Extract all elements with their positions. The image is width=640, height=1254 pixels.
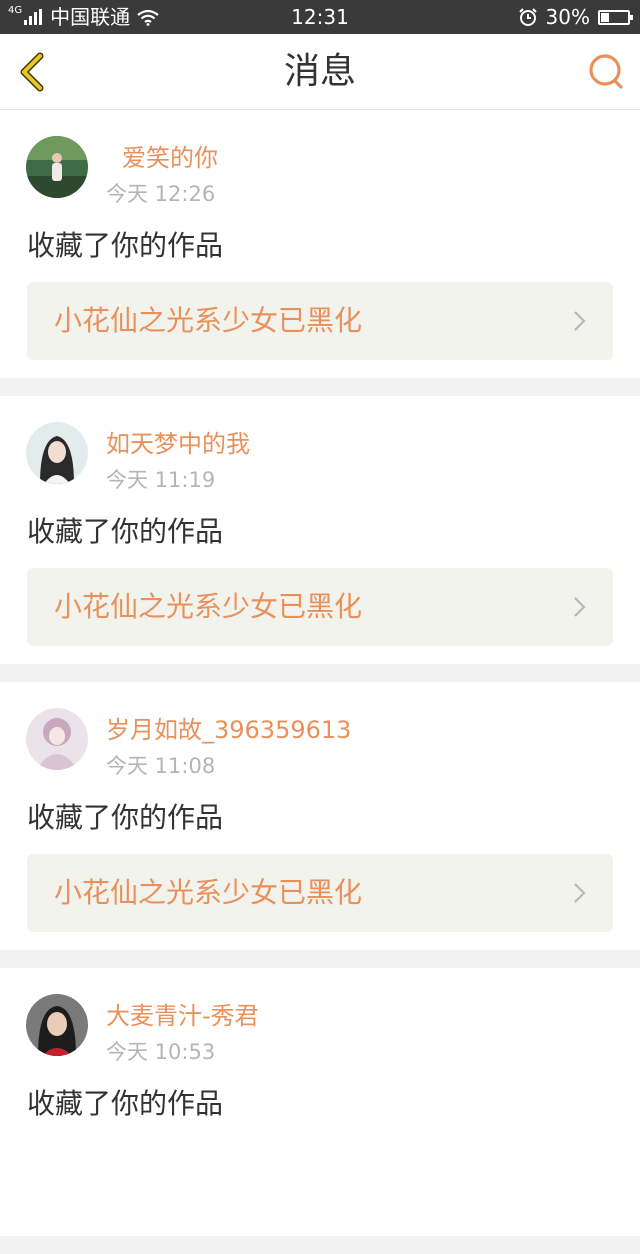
timestamp: 今天 12:26	[106, 182, 216, 206]
message-list: 爱笑的你 今天 12:26 收藏了你的作品 小花仙之光系少女已黑化 如天梦中的我…	[0, 110, 640, 1254]
status-bar: 4G 中国联通 12:31 30%	[0, 0, 640, 34]
work-title: 小花仙之光系少女已黑化	[54, 304, 363, 337]
timestamp: 今天 10:53	[106, 1040, 216, 1064]
chevron-right-icon	[574, 311, 586, 331]
battery-fill	[601, 12, 610, 22]
action-text: 收藏了你的作品	[27, 229, 224, 262]
action-text: 收藏了你的作品	[27, 1087, 224, 1120]
work-link[interactable]: 小花仙之光系少女已黑化	[27, 854, 613, 932]
nav-bar: 消息	[0, 34, 640, 110]
battery-percent: 30%	[545, 5, 590, 29]
action-text: 收藏了你的作品	[27, 801, 224, 834]
avatar[interactable]	[26, 422, 88, 484]
username[interactable]: 爱笑的你	[122, 138, 218, 173]
message-card: 如天梦中的我 今天 11:19 收藏了你的作品 小花仙之光系少女已黑化	[0, 396, 640, 664]
work-title: 小花仙之光系少女已黑化	[54, 590, 363, 623]
avatar[interactable]	[26, 994, 88, 1056]
timestamp: 今天 11:08	[106, 754, 216, 778]
chevron-right-icon	[574, 883, 586, 903]
work-link[interactable]: 小花仙之光系少女已黑化	[27, 568, 613, 646]
username[interactable]: 岁月如故_396359613	[106, 710, 351, 745]
avatar[interactable]	[26, 708, 88, 770]
username[interactable]: 如天梦中的我	[106, 424, 250, 459]
search-button[interactable]	[586, 51, 628, 93]
action-text: 收藏了你的作品	[27, 515, 224, 548]
alarm-icon	[518, 8, 537, 26]
avatar[interactable]	[26, 136, 88, 198]
work-link[interactable]: 小花仙之光系少女已黑化	[27, 282, 613, 360]
work-title: 小花仙之光系少女已黑化	[54, 876, 363, 909]
message-card: 爱笑的你 今天 12:26 收藏了你的作品 小花仙之光系少女已黑化	[0, 110, 640, 378]
message-card: 岁月如故_396359613 今天 11:08 收藏了你的作品 小花仙之光系少女…	[0, 682, 640, 950]
message-card: 大麦青汁-秀君 今天 10:53 收藏了你的作品	[0, 968, 640, 1236]
timestamp: 今天 11:19	[106, 468, 216, 492]
chevron-right-icon	[574, 597, 586, 617]
battery-icon	[598, 9, 633, 25]
status-right: 30%	[518, 0, 633, 34]
page-title: 消息	[283, 51, 356, 92]
username[interactable]: 大麦青汁-秀君	[106, 996, 259, 1031]
search-icon	[589, 54, 623, 89]
